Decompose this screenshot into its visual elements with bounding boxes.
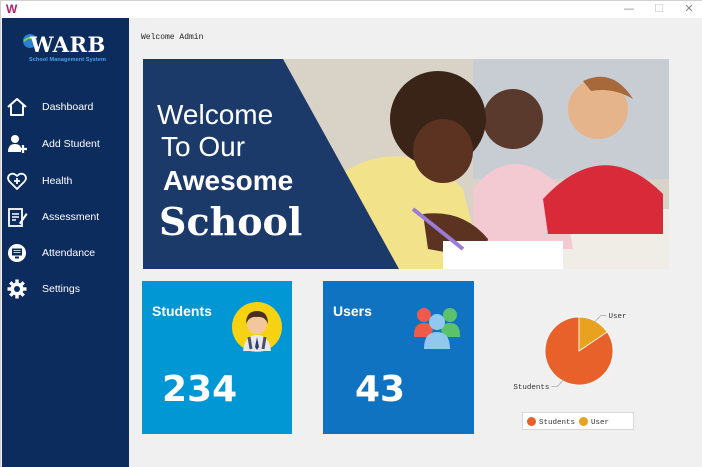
app-window: W — ☐ ✕ WARB School Management System Da…: [0, 0, 702, 467]
sidebar-item-settings[interactable]: Settings: [2, 274, 129, 304]
sidebar-item-label: Add Student: [42, 138, 100, 150]
pie-label-students: Students: [513, 384, 549, 392]
hero-line-welcome: Welcome: [157, 99, 274, 130]
users-count-card[interactable]: Users 43: [323, 281, 474, 434]
pie-label-user: User: [609, 313, 627, 321]
welcome-message: Welcome Admin: [141, 33, 204, 42]
students-count-card[interactable]: Students 234: [142, 281, 292, 434]
sidebar-item-label: Settings: [42, 283, 80, 295]
sidebar-item-label: Health: [42, 175, 73, 187]
sidebar-item-attendance[interactable]: Attendance: [2, 238, 129, 268]
sidebar-item-label: Dashboard: [42, 101, 94, 113]
hero-line-to-our: To Our: [161, 131, 246, 162]
hero-banner: Welcome To Our Awesome School: [143, 59, 669, 269]
sidebar-item-add-student[interactable]: Add Student: [2, 129, 129, 159]
sidebar-item-label: Attendance: [42, 247, 96, 259]
student-avatar-icon: [232, 302, 282, 352]
heart-plus-icon: [7, 172, 27, 190]
sidebar-item-assessment[interactable]: Assessment: [2, 202, 129, 232]
clipboard-pen-icon: [8, 208, 28, 227]
minimize-button[interactable]: —: [615, 1, 643, 18]
users-group-icon: [414, 308, 460, 349]
pie-legend: Students User: [522, 412, 634, 430]
students-count: 234: [162, 369, 238, 410]
students-card-title: Students: [152, 303, 212, 319]
hero-line-school: School: [159, 199, 303, 244]
legend-item-user: User: [579, 417, 609, 427]
users-count: 43: [355, 369, 406, 410]
legend-swatch-students: [527, 417, 536, 426]
legend-swatch-user: [579, 417, 588, 426]
add-user-icon: [8, 135, 27, 153]
sidebar-item-health[interactable]: Health: [2, 166, 129, 196]
sidebar-item-label: Assessment: [42, 211, 100, 223]
legend-label-user: User: [591, 419, 610, 427]
users-card-title: Users: [333, 303, 372, 319]
gear-icon: [7, 279, 27, 299]
title-bar: W — ☐ ✕: [1, 1, 702, 18]
sidebar: WARB School Management System Dashboard …: [2, 18, 129, 467]
sidebar-item-dashboard[interactable]: Dashboard: [2, 92, 129, 122]
logo-title: WARB: [30, 32, 106, 57]
legend-item-students: Students: [527, 417, 575, 427]
dashboard-main: Welcome Admin Welcome To Our Awesome Sch…: [129, 18, 702, 467]
logo-subtitle: School Management System: [29, 57, 106, 63]
app-logo-icon: W: [6, 2, 18, 16]
maximize-button[interactable]: ☐: [645, 1, 673, 18]
school-logo: WARB School Management System: [21, 26, 113, 70]
close-button[interactable]: ✕: [675, 1, 702, 18]
monitor-icon: [8, 244, 26, 262]
hero-line-awesome: Awesome: [163, 165, 294, 196]
legend-label-students: Students: [539, 419, 576, 427]
home-icon: [7, 98, 27, 116]
